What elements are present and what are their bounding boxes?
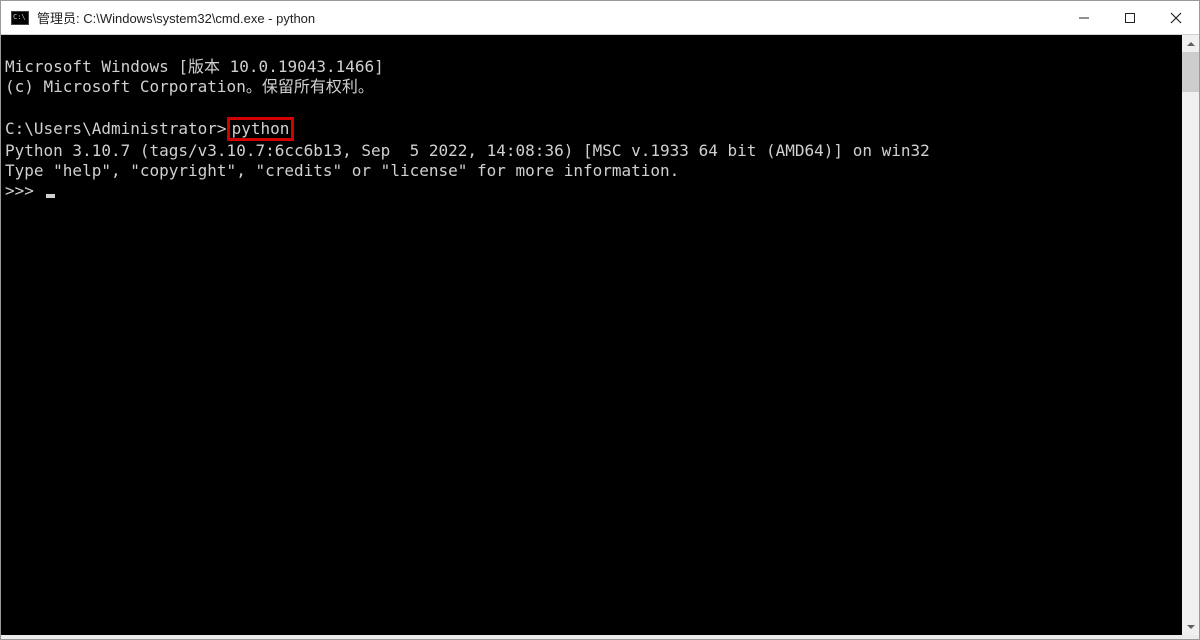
cmd-icon [11, 11, 29, 25]
repl-prompt-text: >>> [5, 181, 44, 200]
python-help-line: Type "help", "copyright", "credits" or "… [5, 161, 679, 180]
scroll-up-button[interactable] [1182, 35, 1199, 52]
window-controls [1061, 1, 1199, 34]
horizontal-scrollbar[interactable] [1, 635, 1199, 639]
terminal-output[interactable]: Microsoft Windows [版本 10.0.19043.1466] (… [1, 35, 1182, 635]
scrollbar-track[interactable] [1182, 52, 1199, 618]
command-prompt-line: C:\Users\Administrator>python [5, 119, 294, 138]
os-banner-line1: Microsoft Windows [版本 10.0.19043.1466] [5, 57, 384, 76]
prompt-path: C:\Users\Administrator> [5, 119, 227, 138]
close-icon [1170, 12, 1182, 24]
window-title: 管理员: C:\Windows\system32\cmd.exe - pytho… [37, 8, 1061, 27]
maximize-icon [1124, 12, 1136, 24]
minimize-icon [1078, 12, 1090, 24]
cmd-window: 管理员: C:\Windows\system32\cmd.exe - pytho… [0, 0, 1200, 640]
minimize-button[interactable] [1061, 1, 1107, 34]
os-banner-line2: (c) Microsoft Corporation。保留所有权利。 [5, 77, 374, 96]
python-version-line: Python 3.10.7 (tags/v3.10.7:6cc6b13, Sep… [5, 141, 930, 160]
scroll-down-button[interactable] [1182, 618, 1199, 635]
vertical-scrollbar[interactable] [1182, 35, 1199, 635]
highlighted-command: python [227, 117, 295, 141]
chevron-up-icon [1186, 39, 1196, 49]
cursor-icon [46, 194, 55, 198]
content-area: Microsoft Windows [版本 10.0.19043.1466] (… [1, 35, 1199, 635]
chevron-down-icon [1186, 622, 1196, 632]
titlebar[interactable]: 管理员: C:\Windows\system32\cmd.exe - pytho… [1, 1, 1199, 35]
maximize-button[interactable] [1107, 1, 1153, 34]
close-button[interactable] [1153, 1, 1199, 34]
scrollbar-thumb[interactable] [1182, 52, 1199, 92]
python-repl-prompt: >>> [5, 181, 55, 200]
